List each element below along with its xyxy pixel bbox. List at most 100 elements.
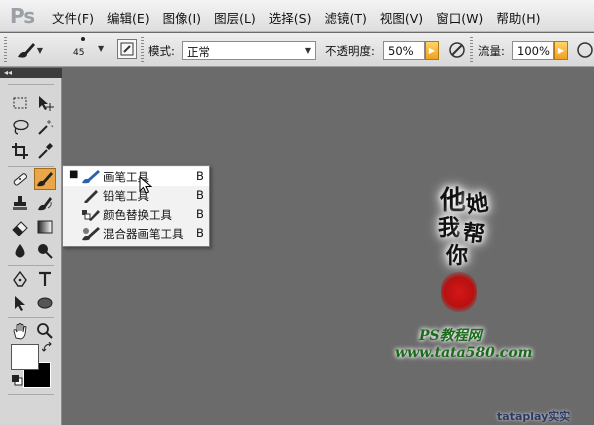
calligraphy-char: 你	[446, 243, 469, 269]
menu-view[interactable]: 视图(V)	[380, 8, 423, 27]
foreground-color-swatch[interactable]	[11, 344, 39, 370]
zoom-tool[interactable]	[34, 320, 56, 342]
magic-wand-icon	[38, 120, 54, 135]
red-seal-stamp	[441, 272, 477, 312]
default-colors-icon	[12, 375, 23, 386]
tool-separator	[8, 394, 54, 395]
eraser-icon	[12, 221, 28, 236]
brush-panel-toggle[interactable]	[117, 39, 137, 59]
menu-list: 文件(F) 编辑(E) 图像(I) 图层(L) 选择(S) 滤镜(T) 视图(V…	[52, 8, 553, 27]
pen-icon	[13, 270, 27, 287]
move-tool[interactable]	[34, 92, 56, 114]
brush-panel-icon	[120, 42, 134, 56]
mode-select[interactable]: 正常 ▼	[182, 41, 316, 60]
menu-image[interactable]: 图像(I)	[163, 8, 201, 27]
dodge-tool[interactable]	[34, 240, 56, 262]
chevron-right-icon: ▶	[428, 46, 436, 55]
mode-label: 模式:	[148, 44, 175, 58]
eraser-tool[interactable]	[9, 216, 31, 238]
flow-label: 流量:	[478, 44, 505, 58]
menu-help[interactable]: 帮助(H)	[496, 8, 540, 27]
tools-panel: ◂◂	[0, 68, 62, 425]
stamp-icon	[13, 196, 27, 210]
calligraphy-char: 她	[464, 189, 490, 219]
opacity-slider-button[interactable]: ▶	[425, 41, 439, 60]
swap-arrows-icon	[41, 341, 52, 352]
brush-preset-picker[interactable]: 45 ▼	[62, 35, 106, 65]
panel-collapse-bar[interactable]: ◂◂	[0, 68, 62, 78]
watermark-credit: tataplay实实	[497, 410, 571, 423]
lasso-icon	[13, 119, 29, 135]
panel-grip[interactable]	[8, 84, 54, 85]
menu-window[interactable]: 窗口(W)	[436, 8, 483, 27]
watermark-url: www.tata580.com	[395, 345, 533, 361]
pen-tool[interactable]	[9, 268, 31, 290]
brush-icon	[17, 43, 35, 58]
type-tool[interactable]	[34, 268, 56, 290]
eyedropper-icon	[38, 143, 53, 159]
history-brush-icon	[38, 197, 52, 211]
flow-input[interactable]: 100%	[512, 41, 554, 60]
pressure-opacity-toggle[interactable]	[446, 39, 468, 61]
menu-edit[interactable]: 编辑(E)	[107, 8, 150, 27]
clone-stamp-tool[interactable]	[9, 192, 31, 214]
mode-value: 正常	[187, 45, 210, 59]
pen-pressure-icon	[449, 42, 465, 58]
move-icon	[39, 96, 54, 111]
path-arrow-icon	[15, 296, 25, 311]
menu-layer[interactable]: 图层(L)	[214, 8, 256, 27]
opacity-label: 不透明度:	[325, 44, 375, 58]
flow-value: 100%	[517, 44, 550, 58]
hand-tool[interactable]	[9, 320, 31, 342]
dodge-icon	[38, 244, 53, 259]
options-divider	[470, 37, 473, 63]
crop-icon	[12, 143, 28, 159]
menu-select[interactable]: 选择(S)	[269, 8, 312, 27]
airbrush-toggle[interactable]	[574, 39, 594, 61]
watermark-title: PS教程网	[419, 328, 482, 344]
menu-filter[interactable]: 滤镜(T)	[324, 8, 366, 27]
opacity-value: 50%	[388, 44, 414, 58]
chevron-down-icon: ▼	[304, 46, 311, 55]
eyedropper-tool[interactable]	[34, 140, 56, 162]
healing-brush-tool[interactable]	[9, 168, 31, 190]
brush-tool[interactable]	[34, 168, 56, 190]
menu-bar: Ps 文件(F) 编辑(E) 图像(I) 图层(L) 选择(S) 滤镜(T) 视…	[0, 0, 594, 32]
chevron-down-icon: ▼	[98, 44, 105, 53]
flow-slider-button[interactable]: ▶	[554, 41, 568, 60]
path-selection-tool[interactable]	[9, 292, 31, 314]
chevron-down-icon: ▼	[36, 45, 44, 55]
zoom-icon	[37, 323, 53, 339]
marquee-tool[interactable]	[9, 92, 31, 114]
options-bar: ▼ 45 ▼ 模式: 正常 ▼ 不透明度: 50% ▶ 流量: 100% ▶	[0, 33, 594, 67]
chevron-right-icon: ▶	[557, 46, 565, 55]
bandage-icon	[13, 173, 27, 186]
opacity-input[interactable]: 50%	[383, 41, 425, 60]
tool-separator	[8, 265, 54, 266]
swap-colors-button[interactable]	[41, 341, 54, 357]
options-grip[interactable]	[4, 37, 7, 63]
type-t-icon	[39, 271, 51, 286]
app-logo: Ps	[10, 4, 35, 28]
default-colors-button[interactable]	[11, 374, 23, 389]
menu-file[interactable]: 文件(F)	[52, 8, 94, 27]
brush-size-value: 45	[73, 48, 85, 58]
gradient-icon	[37, 220, 53, 234]
water-drop-icon	[15, 244, 25, 258]
blur-tool[interactable]	[9, 240, 31, 262]
shape-tool[interactable]	[34, 292, 56, 314]
gradient-tool[interactable]	[34, 216, 56, 238]
magic-wand-tool[interactable]	[34, 116, 56, 138]
rect-marquee-icon	[13, 97, 27, 109]
history-brush-tool[interactable]	[34, 192, 56, 214]
brush-dot-icon	[81, 37, 85, 41]
lasso-tool[interactable]	[9, 116, 31, 138]
canvas-area[interactable]	[63, 68, 594, 425]
tool-separator	[8, 166, 54, 167]
hand-icon	[13, 323, 27, 340]
double-chevron-left-icon: ◂◂	[4, 68, 13, 77]
tool-preset-picker[interactable]: ▼	[14, 38, 44, 62]
airbrush-icon	[577, 42, 593, 58]
brush-icon	[37, 172, 53, 187]
crop-tool[interactable]	[9, 140, 31, 162]
